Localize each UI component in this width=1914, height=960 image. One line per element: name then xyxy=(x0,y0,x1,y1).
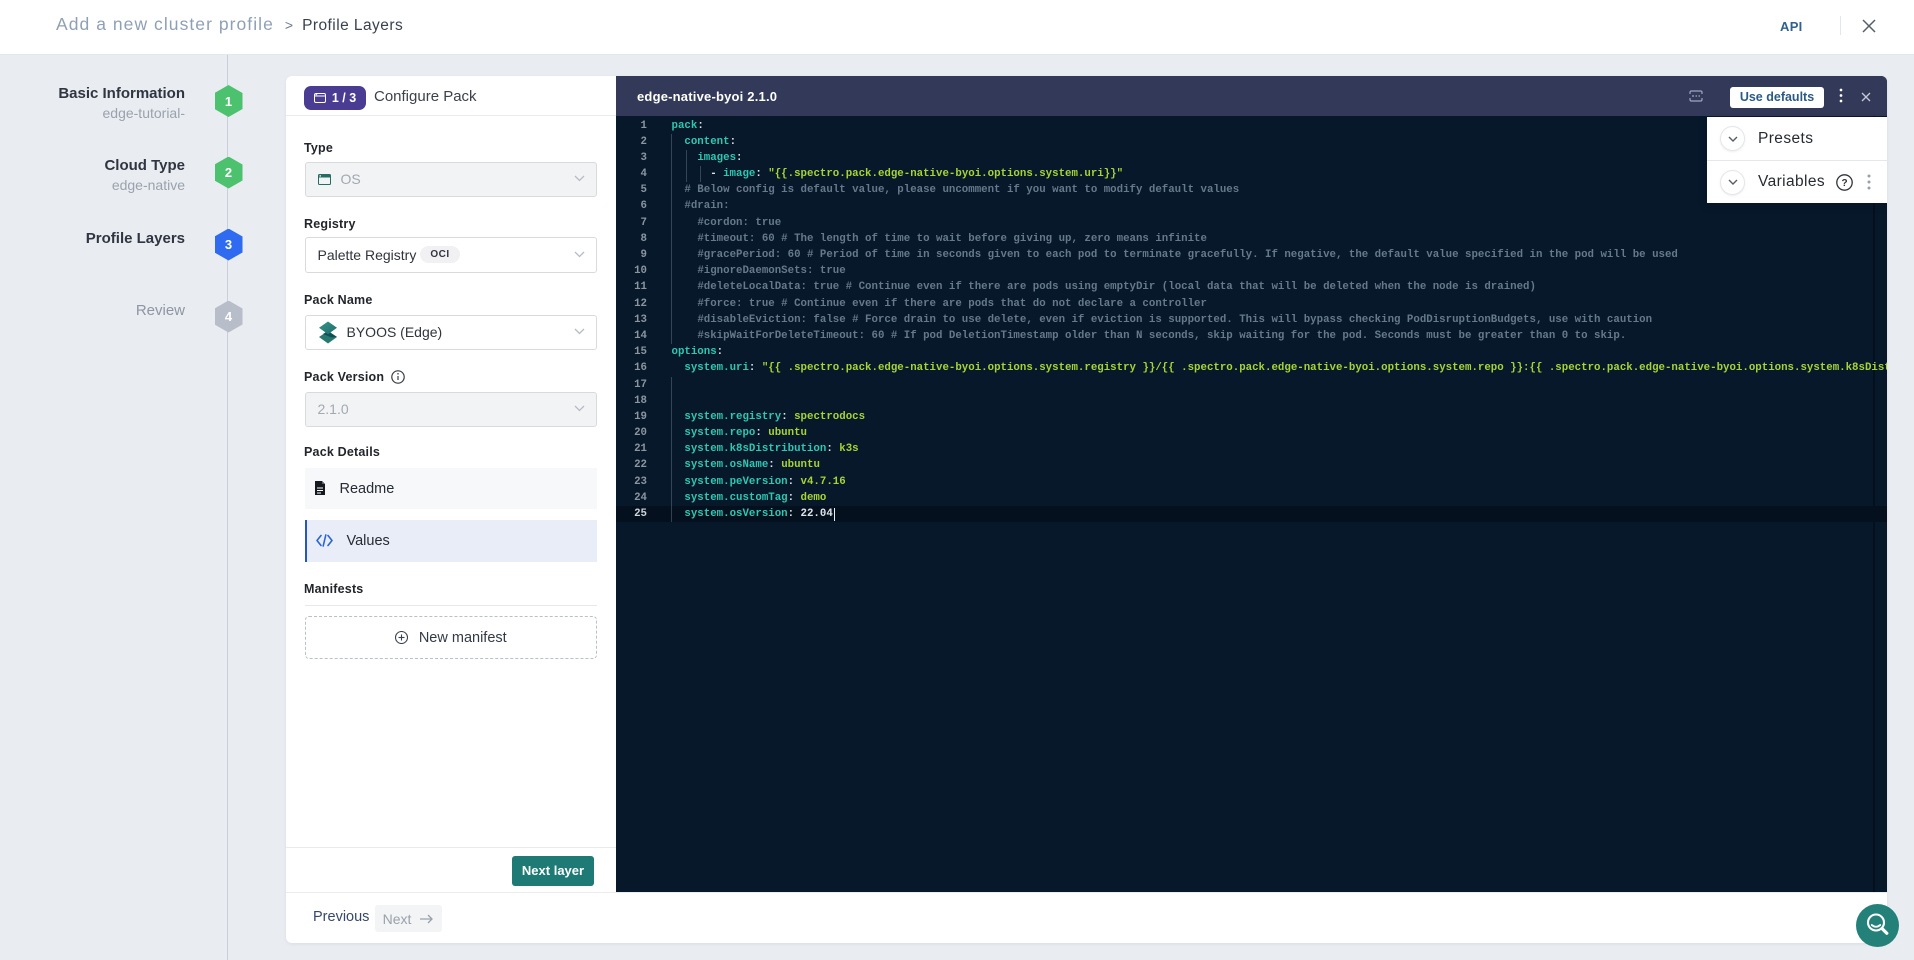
svg-text:?: ? xyxy=(1842,178,1848,189)
